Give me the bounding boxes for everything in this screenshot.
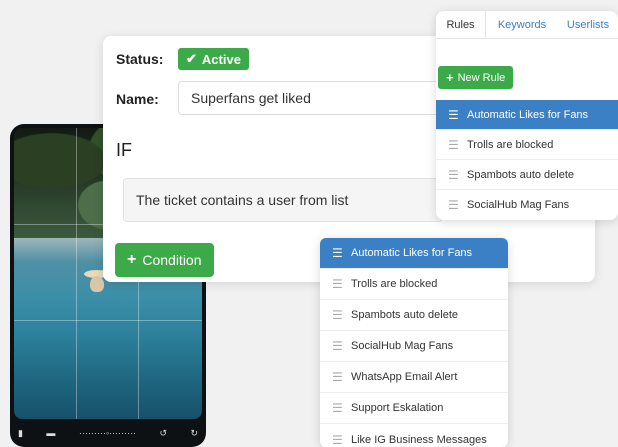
drag-handle-icon[interactable]: ☰ xyxy=(332,277,343,291)
list-item[interactable]: ☰ Trolls are blocked xyxy=(436,130,618,160)
rules-panel: Rules Keywords Userlists + New Rule ☰ Au… xyxy=(436,11,618,220)
list-item[interactable]: ☰ Spambots auto delete xyxy=(436,160,618,190)
crop-grid-line xyxy=(14,320,202,322)
drag-handle-icon[interactable]: ☰ xyxy=(332,401,343,415)
list-item-label: Trolls are blocked xyxy=(467,138,554,151)
rotation-slider[interactable]: ·········◦········· xyxy=(79,428,136,438)
name-label: Name: xyxy=(116,91,159,107)
status-badge[interactable]: ✔ Active xyxy=(178,48,249,70)
crop-grid-line xyxy=(76,128,78,419)
drag-handle-icon[interactable]: ☰ xyxy=(332,246,343,260)
tab-rules[interactable]: Rules xyxy=(436,11,486,38)
tab-userlists[interactable]: Userlists xyxy=(558,11,618,38)
drag-handle-icon[interactable]: ☰ xyxy=(332,308,343,322)
list-item-label: Automatic Likes for Fans xyxy=(467,108,589,121)
list-item-label: Automatic Likes for Fans xyxy=(351,247,473,259)
list-item[interactable]: ☰ Trolls are blocked xyxy=(320,269,508,300)
checkmark-icon: ✔ xyxy=(186,51,197,66)
list-item[interactable]: ☰ Automatic Likes for Fans xyxy=(436,100,618,130)
person-in-pool xyxy=(90,276,104,292)
list-item[interactable]: ☰ SocialHub Mag Fans xyxy=(320,331,508,362)
list-item-label: WhatsApp Email Alert xyxy=(351,371,458,383)
add-condition-button[interactable]: + Condition xyxy=(115,243,214,277)
drag-handle-icon[interactable]: ☰ xyxy=(448,108,459,122)
tab-keywords[interactable]: Keywords xyxy=(486,11,558,38)
list-item-label: SocialHub Mag Fans xyxy=(351,340,454,352)
list-item[interactable]: ☰ Spambots auto delete xyxy=(320,300,508,331)
plus-icon: + xyxy=(446,70,454,85)
drag-handle-icon[interactable]: ☰ xyxy=(332,339,343,353)
panel-tabs: Rules Keywords Userlists xyxy=(436,11,618,39)
list-item-label: Support Eskalation xyxy=(351,402,444,414)
list-item[interactable]: ☰ Support Eskalation xyxy=(320,393,508,424)
rules-dropdown: ☰ Automatic Likes for Fans ☰ Trolls are … xyxy=(320,238,508,447)
new-rule-label: New Rule xyxy=(457,71,506,84)
if-heading: IF xyxy=(116,140,132,160)
condition-row[interactable]: The ticket contains a user from list xyxy=(123,178,443,222)
flip-icon[interactable]: ▮ xyxy=(18,428,23,439)
new-rule-button[interactable]: + New Rule xyxy=(438,66,514,89)
drag-handle-icon[interactable]: ☰ xyxy=(448,168,459,182)
condition-text: The ticket contains a user from list xyxy=(136,192,349,208)
rotate-icon[interactable]: ↻ xyxy=(190,428,198,439)
list-item-label: Like IG Business Messages xyxy=(351,433,487,446)
phone-toolbar: ▮ ▬ ·········◦········· ↺ ↻ xyxy=(10,419,206,447)
status-label: Status: xyxy=(116,51,164,67)
list-item[interactable]: ☰ SocialHub Mag Fans xyxy=(436,190,618,220)
crop-icon[interactable]: ▬ xyxy=(46,428,55,438)
rules-list: ☰ Automatic Likes for Fans ☰ Trolls are … xyxy=(436,100,618,220)
list-item-label: Spambots auto delete xyxy=(351,309,459,321)
undo-icon[interactable]: ↺ xyxy=(159,428,167,439)
list-item-label: SocialHub Mag Fans xyxy=(467,199,570,211)
list-item[interactable]: ☰ WhatsApp Email Alert xyxy=(320,362,508,393)
list-item-label: Spambots auto delete xyxy=(467,168,575,181)
drag-handle-icon[interactable]: ☰ xyxy=(332,433,343,447)
drag-handle-icon[interactable]: ☰ xyxy=(332,370,343,384)
list-item[interactable]: ☰ Automatic Likes for Fans xyxy=(320,238,508,269)
drag-handle-icon[interactable]: ☰ xyxy=(448,138,459,152)
status-value: Active xyxy=(201,51,241,67)
list-item-label: Trolls are blocked xyxy=(351,278,438,290)
drag-handle-icon[interactable]: ☰ xyxy=(448,198,459,212)
list-item[interactable]: ☰ Like IG Business Messages xyxy=(320,424,508,447)
rule-name-field[interactable]: Superfans get liked xyxy=(178,81,478,115)
add-condition-label: Condition xyxy=(142,252,202,268)
plus-icon: + xyxy=(127,251,137,268)
